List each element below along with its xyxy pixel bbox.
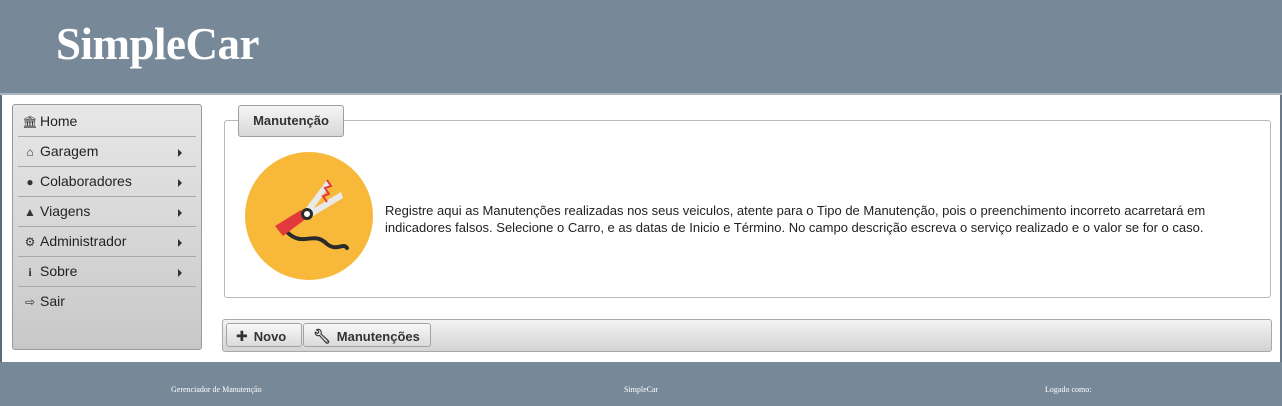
novo-button-label: Novo	[253, 329, 287, 344]
sidebar-item-label: Viagens	[40, 203, 91, 219]
chevron-right-icon	[178, 179, 182, 187]
sidebar-item-label: Home	[40, 113, 78, 129]
sidebar-item-home[interactable]: 🏛︎ Home	[18, 107, 196, 137]
panel-description: Registre aqui as Manutenções realizadas …	[385, 203, 1206, 235]
sidebar-menu: 🏛︎ Home ⌂ Garagem ● Colaboradores ▲ Viagens …	[12, 104, 202, 350]
home-icon: ⌂	[26, 145, 34, 159]
brand-title: SimpleCar	[56, 19, 260, 69]
wrench-icon: 🔧︎	[313, 328, 331, 344]
sidebar-item-colaboradores[interactable]: ● Colaboradores	[18, 167, 196, 197]
footer-center-text: SimpleCar	[624, 385, 659, 394]
gears-icon: ⚙	[24, 235, 36, 249]
jumper-cable-icon	[245, 152, 373, 280]
manutencoes-button-label: Manutenções	[336, 329, 420, 344]
plus-icon: ✚	[236, 328, 248, 344]
sign-out-icon: ⇨	[24, 295, 36, 309]
footer-left-text: Gerenciador de Manutenção	[171, 385, 262, 394]
sidebar-item-label: Administrador	[40, 233, 127, 249]
chevron-right-icon	[178, 239, 182, 247]
sidebar-item-sobre[interactable]: i Sobre	[18, 257, 196, 287]
manutencoes-button[interactable]: 🔧︎ Manutenções	[303, 323, 431, 347]
sidebar-item-label: Sobre	[40, 263, 78, 279]
bank-icon: 🏛︎	[22, 115, 38, 129]
footer: Gerenciador de Manutenção SimpleCar Loga…	[0, 362, 1282, 406]
sidebar-item-label: Garagem	[40, 143, 99, 159]
novo-button[interactable]: ✚ Novo	[226, 323, 302, 347]
action-toolbar: ✚ Novo 🔧︎ Manutenções	[222, 319, 1272, 352]
sidebar-item-viagens[interactable]: ▲ Viagens	[18, 197, 196, 227]
sidebar-item-sair[interactable]: ⇨ Sair	[18, 287, 196, 316]
chevron-right-icon	[178, 209, 182, 217]
road-icon: ▲	[24, 205, 36, 219]
sidebar-item-administrador[interactable]: ⚙ Administrador	[18, 227, 196, 257]
sidebar-item-label: Colaboradores	[40, 173, 132, 189]
header: SimpleCar	[0, 0, 1282, 95]
sidebar-item-garagem[interactable]: ⌂ Garagem	[18, 137, 196, 167]
panel-legend: Manutenção	[238, 105, 344, 137]
chevron-right-icon	[178, 149, 182, 157]
sidebar-item-label: Sair	[40, 293, 65, 309]
users-icon: ●	[26, 175, 34, 189]
footer-right-text: Logado como:	[1045, 385, 1092, 394]
info-icon: i	[28, 265, 32, 279]
chevron-right-icon	[178, 269, 182, 277]
